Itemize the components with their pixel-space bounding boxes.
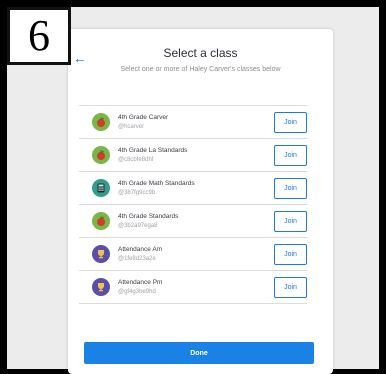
class-list: 4th Grade Carver @hcarver Join 4th Grade…: [79, 105, 307, 304]
class-row: Attendance Am @1fe8d23a2e Join: [79, 238, 307, 271]
join-button[interactable]: Join: [274, 112, 307, 133]
class-name: Attendance Am: [118, 246, 163, 253]
dialog-subtitle: Select one or more of Haley Carver's cla…: [120, 66, 281, 73]
apple-icon: [92, 146, 110, 164]
class-code: @c8cbfe8dhf: [118, 157, 154, 163]
class-name: Attendance Pm: [118, 279, 163, 286]
apple-icon: [92, 212, 110, 230]
join-button[interactable]: Join: [274, 277, 307, 298]
calculator-icon: [92, 179, 110, 197]
class-code: @3b2a97ega8: [118, 223, 158, 229]
step-number: 6: [28, 11, 50, 60]
class-name: 4th Grade Standards: [118, 213, 179, 220]
class-row: 4th Grade Standards @3b2a97ega8 Join: [79, 205, 307, 238]
class-code: @hcarver: [118, 124, 145, 130]
class-row: 4th Grade Carver @hcarver Join: [79, 106, 307, 139]
class-row: Attendance Pm @gf4g3be9hd Join: [79, 271, 307, 304]
class-name: 4th Grade Math Standards: [118, 180, 195, 187]
class-row: 4th Grade La Standards @c8cbfe8dhf Join: [79, 139, 307, 172]
trophy-icon: [92, 245, 110, 263]
class-code: @1fe8d23a2e: [118, 256, 156, 262]
done-button[interactable]: Done: [84, 342, 314, 364]
class-row: 4th Grade Math Standards @387fg9cc9b Joi…: [79, 172, 307, 205]
join-button[interactable]: Join: [274, 244, 307, 265]
apple-icon: [92, 113, 110, 131]
join-button[interactable]: Join: [274, 211, 307, 232]
class-code: @387fg9cc9b: [118, 190, 156, 196]
class-code: @gf4g3be9hd: [118, 289, 156, 295]
back-arrow-icon[interactable]: ←: [73, 50, 87, 66]
class-name: 4th Grade Carver: [118, 114, 169, 121]
trophy-icon: [92, 278, 110, 296]
step-number-label: 6: [7, 7, 71, 65]
class-name: 4th Grade La Standards: [118, 147, 188, 154]
select-class-dialog: Select a class Select one or more of Hal…: [68, 29, 333, 374]
join-button[interactable]: Join: [274, 145, 307, 166]
join-button[interactable]: Join: [274, 178, 307, 199]
dialog-title: Select a class: [163, 46, 238, 60]
